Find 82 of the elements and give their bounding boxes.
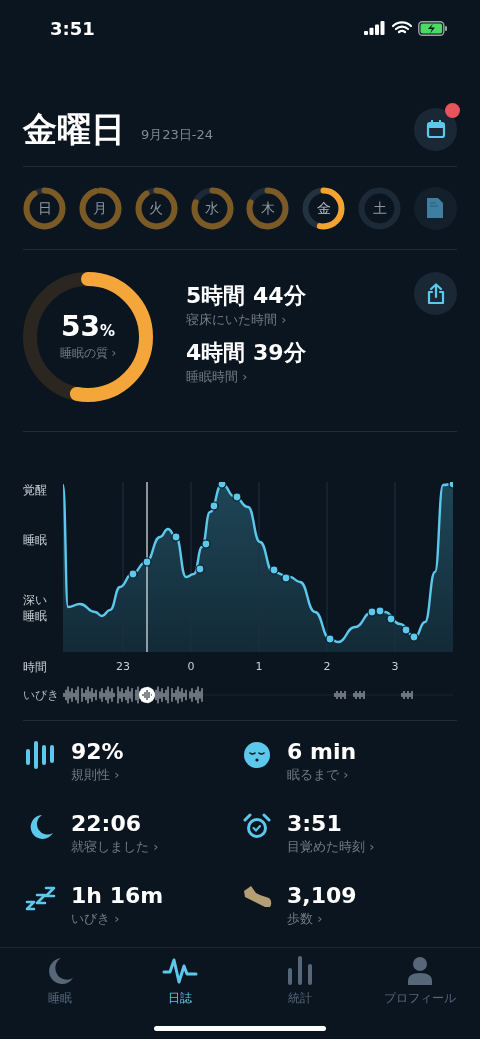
x-axis-tick: 0 <box>187 659 195 675</box>
graph-point <box>171 532 181 542</box>
graph-point <box>217 482 227 489</box>
moon-icon <box>28 813 54 841</box>
day-title: 金曜日 <box>23 112 125 146</box>
stat-label[interactable]: 規則性 › <box>71 765 124 785</box>
stat-value: 6 min <box>287 739 357 765</box>
snore-label: いびき <box>23 687 60 704</box>
stat-label[interactable]: いびき › <box>71 909 164 929</box>
y-axis-label: 覚醒 <box>23 482 48 498</box>
wave-icon <box>162 956 198 986</box>
y-axis-label: 深い睡眠 <box>23 592 47 624</box>
shoe-icon <box>242 885 272 909</box>
stat-value: 92% <box>71 739 124 765</box>
x-axis-tick: 23 <box>116 659 130 675</box>
calendar-icon <box>425 119 446 139</box>
graph-point <box>401 625 411 635</box>
tab[interactable]: 統計 <box>240 948 360 1007</box>
tab[interactable]: 日誌 <box>120 948 240 1007</box>
document-icon <box>426 197 445 219</box>
duration-label[interactable]: 睡眠時間 › <box>186 366 306 386</box>
y-axis-label: 睡眠 <box>23 532 48 548</box>
stat-value: 1h 16m <box>71 883 164 909</box>
x-axis-tick: 1 <box>255 659 263 675</box>
graph-point <box>375 606 385 616</box>
day-ring[interactable]: 土 <box>358 186 402 230</box>
stat-value: 22:06 <box>71 811 143 837</box>
bar-chart-icon <box>287 956 313 986</box>
day-progress-ring <box>190 186 234 230</box>
graph-point <box>232 492 242 502</box>
tab[interactable]: 睡眠 <box>0 948 120 1007</box>
signal-icon <box>364 21 386 35</box>
graph-point <box>209 501 219 511</box>
wifi-icon <box>392 21 412 35</box>
battery-icon <box>418 20 448 36</box>
day-progress-ring <box>246 186 290 230</box>
day-ring[interactable]: 月 <box>78 186 122 230</box>
stat-label[interactable]: 就寝しました › <box>71 837 159 857</box>
quality-score: 53% <box>61 312 115 341</box>
day-ring[interactable]: 火 <box>134 186 178 230</box>
stat-value: 3,109 <box>287 883 357 909</box>
day-progress-ring <box>23 186 66 230</box>
stat-value: 3:51 <box>287 811 343 837</box>
quality-label: 睡眠の質 › <box>59 344 117 362</box>
day-ring[interactable]: 金 <box>302 186 346 230</box>
day-ring[interactable]: 水 <box>190 186 234 230</box>
graph-point <box>386 614 396 624</box>
day-ring[interactable]: 日 <box>23 186 66 230</box>
x-axis-label: 時間 <box>23 659 48 676</box>
graph-point <box>128 569 138 579</box>
graph-point <box>195 564 205 574</box>
date-range: 9月23日-24 <box>141 125 214 144</box>
tab[interactable]: プロフィール <box>360 948 480 1007</box>
bars-icon <box>25 741 57 769</box>
graph-point <box>409 632 419 642</box>
duration-value: 5時間 44分 <box>186 282 306 310</box>
graph-point <box>142 557 152 567</box>
graph-point <box>269 565 279 575</box>
user-icon <box>407 956 433 986</box>
duration-label[interactable]: 寝床にいた時間 › <box>186 310 306 330</box>
duration-value: 4時間 39分 <box>186 338 306 367</box>
graph-point <box>281 573 291 583</box>
time-cursor-line[interactable] <box>146 482 148 652</box>
day-progress-ring <box>134 186 178 230</box>
day-progress-ring <box>78 186 122 230</box>
stat-label[interactable]: 歩数 › <box>287 909 357 929</box>
x-axis-tick: 3 <box>391 659 399 675</box>
share-button[interactable] <box>414 272 457 315</box>
x-axis-tick: 2 <box>323 659 331 675</box>
stat-label[interactable]: 目覚めた時刻 › <box>287 837 375 857</box>
sleepy-face-icon <box>243 741 271 769</box>
graph-point <box>367 607 377 617</box>
graph-point <box>201 539 211 549</box>
status-time: 3:51 <box>50 16 95 41</box>
share-icon <box>425 282 446 305</box>
stat-label[interactable]: 眠るまで › <box>287 765 357 785</box>
graph-point <box>448 482 453 489</box>
day-progress-ring <box>302 186 346 230</box>
graph-point <box>325 634 335 644</box>
alarm-clock-icon <box>243 813 271 841</box>
day-progress-ring <box>358 186 402 230</box>
day-ring[interactable]: 木 <box>246 186 290 230</box>
